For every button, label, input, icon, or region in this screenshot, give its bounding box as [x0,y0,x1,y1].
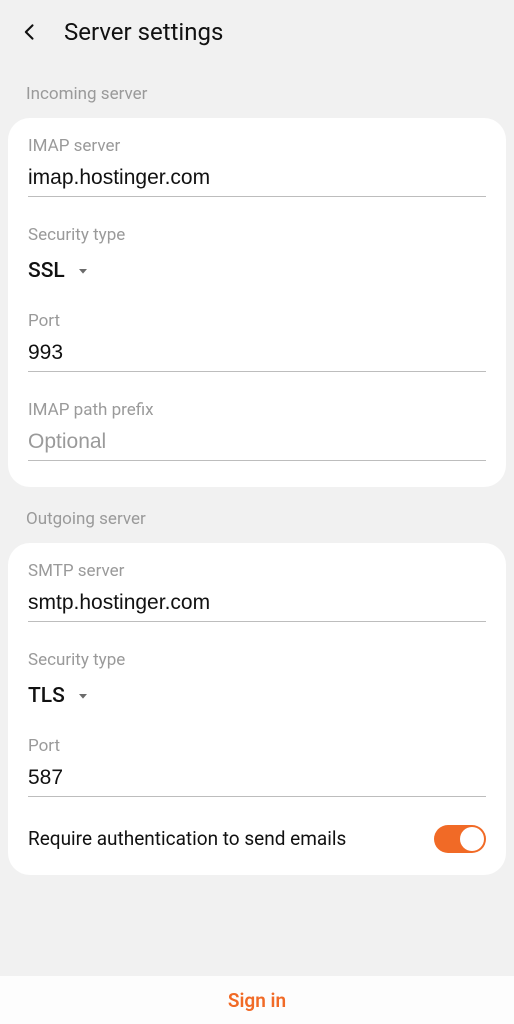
auth-toggle[interactable] [434,825,486,853]
back-icon[interactable] [20,22,40,42]
imap-prefix-field: IMAP path prefix [28,400,486,461]
outgoing-security-label: Security type [28,650,486,670]
auth-toggle-row: Require authentication to send emails [28,825,486,853]
chevron-down-icon [75,263,91,279]
outgoing-section-title: Outgoing server [0,487,514,543]
incoming-security-select[interactable]: SSL [28,259,91,283]
chevron-down-icon [75,688,91,704]
incoming-security-label: Security type [28,225,486,245]
outgoing-port-label: Port [28,736,486,756]
outgoing-security-select[interactable]: TLS [28,684,91,708]
incoming-section-title: Incoming server [0,72,514,118]
imap-server-input[interactable] [28,164,486,197]
outgoing-port-field: Port [28,736,486,797]
imap-prefix-label: IMAP path prefix [28,400,486,420]
page-title: Server settings [64,18,223,46]
imap-server-field: IMAP server [28,136,486,197]
incoming-port-label: Port [28,311,486,331]
imap-prefix-input[interactable] [28,428,486,461]
imap-server-label: IMAP server [28,136,486,156]
footer: Sign in [0,976,514,1024]
incoming-port-input[interactable] [28,339,486,372]
outgoing-card: SMTP server Security type TLS Port Requi… [8,543,506,875]
auth-toggle-label: Require authentication to send emails [28,827,422,852]
smtp-server-input[interactable] [28,589,486,622]
outgoing-security-value: TLS [28,684,65,708]
smtp-server-field: SMTP server [28,561,486,622]
incoming-card: IMAP server Security type SSL Port IMAP … [8,118,506,487]
outgoing-security-field: Security type TLS [28,650,486,708]
incoming-port-field: Port [28,311,486,372]
incoming-security-value: SSL [28,259,65,283]
sign-in-button[interactable]: Sign in [228,989,286,1012]
incoming-security-field: Security type SSL [28,225,486,283]
outgoing-port-input[interactable] [28,764,486,797]
smtp-server-label: SMTP server [28,561,486,581]
header: Server settings [0,0,514,72]
